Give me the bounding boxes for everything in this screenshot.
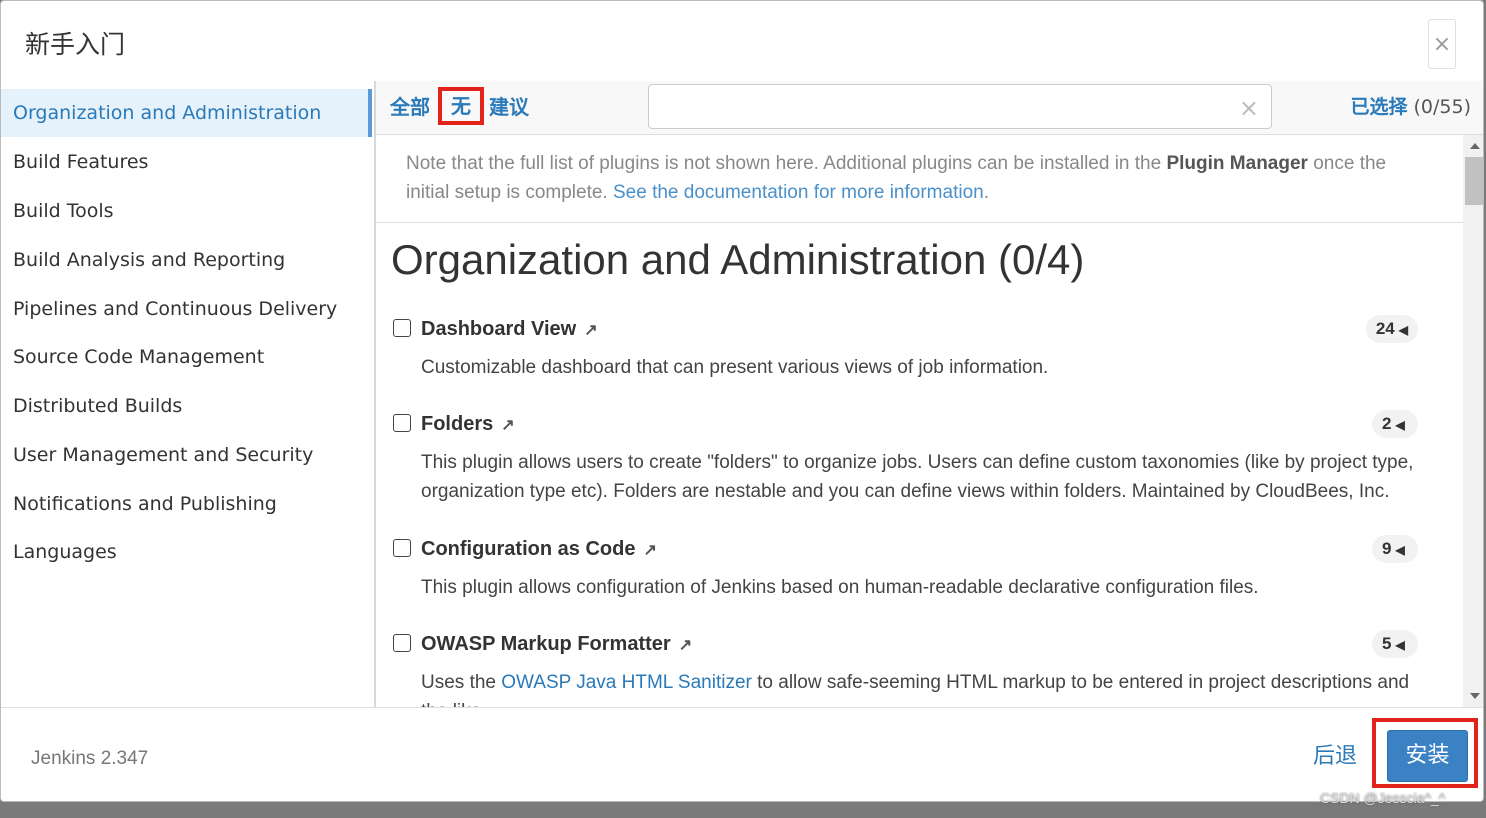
plugin-checkbox[interactable] (393, 319, 411, 337)
scroll-down-icon[interactable] (1470, 693, 1480, 699)
note-text: . (983, 182, 989, 203)
sidebar-item-organization-and-administration[interactable]: Organization and Administration (1, 89, 372, 137)
plugin-checkbox[interactable] (393, 634, 411, 652)
plugin-item: Dashboard View ↗ 24 ◀ Customizable dashboa… (391, 315, 1431, 382)
sidebar-item-distributed-builds[interactable]: Distributed Builds (1, 382, 372, 430)
filter-none-link[interactable]: 无 (438, 87, 484, 125)
plugin-item: Folders ↗ 2 ◀ This plugin allows users to … (391, 410, 1431, 506)
chevron-left-icon: ◀ (1395, 418, 1405, 432)
plugin-description: Uses the OWASP Java HTML Sanitizer to al… (421, 672, 1410, 707)
dependency-badge[interactable]: 5 ◀ (1372, 630, 1418, 658)
note-text: Note that the full list of plugins is no… (406, 153, 1167, 174)
plugin-item: Configuration as Code ↗ 9 ◀ This plugin al… (391, 535, 1431, 602)
plugin-checkbox[interactable] (393, 414, 411, 432)
clear-search-icon[interactable]: × (1239, 95, 1259, 121)
install-button[interactable]: 安装 (1387, 730, 1468, 782)
sidebar-item-build-tools[interactable]: Build Tools (1, 187, 372, 235)
chevron-left-icon: ◀ (1395, 638, 1405, 652)
plugin-name[interactable]: Folders ↗ (421, 410, 515, 440)
jenkins-version: Jenkins 2.347 (31, 748, 149, 769)
back-button[interactable]: 后退 (1313, 742, 1357, 772)
setup-wizard-dialog: 新手入门 × Organization and Administration B… (0, 0, 1484, 802)
sidebar-item-build-features[interactable]: Build Features (1, 138, 372, 186)
dialog-footer: Jenkins 2.347 后退 安装 (1, 707, 1483, 801)
external-link-icon[interactable]: ↗ (643, 537, 656, 565)
dependency-badge[interactable]: 24 ◀ (1365, 315, 1418, 343)
dialog-header: 新手入门 × (1, 1, 1483, 82)
plugin-name[interactable]: Dashboard View ↗ (421, 315, 598, 345)
sidebar-item-notifications-and-publishing[interactable]: Notifications and Publishing (1, 480, 372, 528)
plugin-description: This plugin allows users to create "fold… (421, 452, 1414, 502)
chevron-left-icon: ◀ (1395, 543, 1405, 557)
filter-all-link[interactable]: 全部 (390, 93, 430, 121)
chevron-left-icon: ◀ (1398, 323, 1408, 337)
external-link-icon[interactable]: ↗ (584, 317, 597, 345)
close-icon: × (1432, 32, 1452, 57)
plugin-description: Customizable dashboard that can present … (421, 357, 1049, 378)
external-link-icon[interactable]: ↗ (501, 412, 514, 440)
watermark: CSDN @Jesscia^_^ (1320, 790, 1446, 806)
scroll-thumb[interactable] (1465, 157, 1483, 205)
plugin-checkbox[interactable] (393, 539, 411, 557)
documentation-link[interactable]: See the documentation for more informati… (613, 182, 984, 203)
scroll-up-icon[interactable] (1470, 143, 1480, 149)
plugin-item: OWASP Markup Formatter ↗ 5 ◀ Uses the OWAS… (391, 630, 1431, 707)
plugin-list-scrollbar[interactable] (1463, 135, 1483, 707)
plugin-name[interactable]: Configuration as Code ↗ (421, 535, 657, 565)
selected-label: 已选择 (1350, 96, 1408, 118)
plugin-toolbar: 全部 无 建议 × 已选择 (0/55) (376, 81, 1483, 135)
sidebar-item-source-code-management[interactable]: Source Code Management (1, 333, 372, 381)
dialog-title: 新手入门 (25, 30, 126, 59)
search-box: × (648, 84, 1272, 129)
plugin-manager-note: Note that the full list of plugins is no… (376, 135, 1463, 223)
section-title: Organization and Administration (0/4) (391, 236, 1085, 283)
owasp-sanitizer-link[interactable]: OWASP Java HTML Sanitizer (501, 672, 752, 693)
dependency-badge[interactable]: 9 ◀ (1372, 535, 1418, 563)
plugin-description: This plugin allows configuration of Jenk… (421, 577, 1259, 598)
dependency-badge[interactable]: 2 ◀ (1372, 410, 1418, 438)
selected-count[interactable]: 已选择 (0/55) (1350, 93, 1471, 121)
plugin-list-content: Note that the full list of plugins is no… (376, 135, 1463, 707)
plugin-manager-label: Plugin Manager (1166, 153, 1308, 174)
sidebar-item-user-management-and-security[interactable]: User Management and Security (1, 431, 372, 479)
filter-suggested-link[interactable]: 建议 (489, 93, 529, 121)
close-button[interactable]: × (1428, 19, 1456, 69)
category-sidebar: Organization and Administration Build Fe… (1, 81, 376, 707)
plugin-name[interactable]: OWASP Markup Formatter ↗ (421, 630, 692, 660)
sidebar-item-build-analysis-and-reporting[interactable]: Build Analysis and Reporting (1, 236, 372, 284)
external-link-icon[interactable]: ↗ (679, 632, 692, 660)
search-input[interactable] (655, 91, 1229, 123)
sidebar-item-pipelines-and-continuous-delivery[interactable]: Pipelines and Continuous Delivery (1, 285, 372, 333)
selected-value: (0/55) (1413, 96, 1472, 118)
sidebar-item-languages[interactable]: Languages (1, 528, 372, 576)
plugin-panel: 全部 无 建议 × 已选择 (0/55) Note that the full … (376, 81, 1483, 707)
